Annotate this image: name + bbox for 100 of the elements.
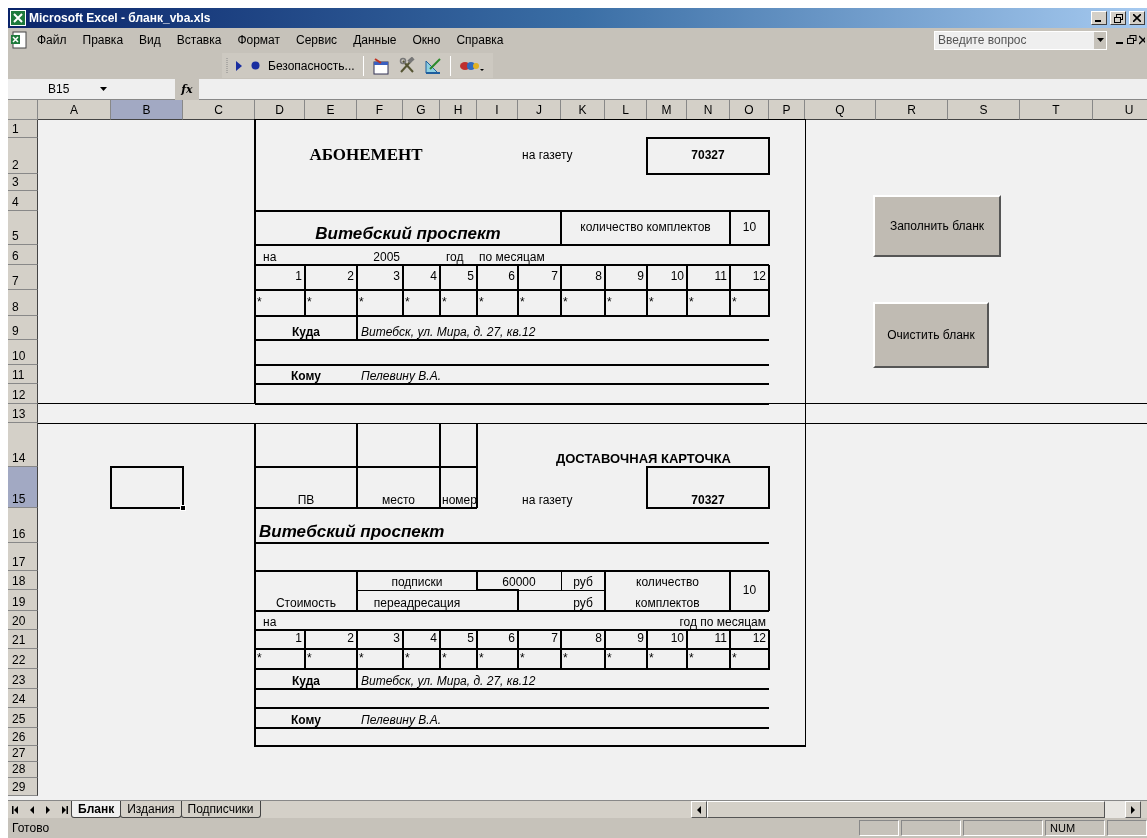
- month-mark: *: [563, 295, 568, 310]
- menu-item[interactable]: Данные: [346, 31, 404, 49]
- row-header[interactable]: 17: [8, 543, 38, 571]
- row-header[interactable]: 14: [8, 423, 38, 467]
- row-header[interactable]: 26: [8, 728, 38, 746]
- month-number: 12: [752, 270, 766, 284]
- close-button[interactable]: [1129, 11, 1145, 25]
- row-header[interactable]: 1: [8, 120, 38, 138]
- month-number: 6: [508, 632, 515, 646]
- form-label: ПВ: [297, 493, 315, 507]
- menu-item[interactable]: Сервис: [289, 31, 345, 49]
- active-cell-outline[interactable]: [110, 466, 184, 509]
- row-header[interactable]: 29: [8, 778, 38, 796]
- month-number: 9: [637, 270, 644, 284]
- row-header[interactable]: 28: [8, 762, 38, 778]
- row-header[interactable]: 16: [8, 508, 38, 543]
- month-mark: *: [257, 651, 262, 666]
- column-header[interactable]: P: [769, 100, 805, 120]
- form-value: 10: [742, 583, 757, 598]
- column-header[interactable]: K: [561, 100, 605, 120]
- row-header[interactable]: 5: [8, 211, 38, 245]
- row-header[interactable]: 23: [8, 669, 38, 689]
- row-header[interactable]: 18: [8, 571, 38, 590]
- horizontal-scrollbar[interactable]: [691, 801, 1141, 818]
- row-header[interactable]: 4: [8, 191, 38, 211]
- row-header[interactable]: 19: [8, 590, 38, 611]
- record-button[interactable]: [249, 61, 262, 70]
- minimize-button[interactable]: [1091, 11, 1107, 25]
- workbook-icon[interactable]: [10, 31, 28, 49]
- form-title: АБОНЕМЕНТ: [309, 146, 423, 165]
- row-header[interactable]: 20: [8, 611, 38, 630]
- column-header[interactable]: I: [477, 100, 518, 120]
- last-arrow-icon: [60, 805, 68, 814]
- column-header[interactable]: L: [605, 100, 647, 120]
- column-header[interactable]: G: [403, 100, 440, 120]
- column-header[interactable]: J: [518, 100, 561, 120]
- menu-item[interactable]: Вставка: [169, 31, 229, 49]
- row-header[interactable]: 3: [8, 174, 38, 191]
- row-header[interactable]: 8: [8, 290, 38, 316]
- security-button[interactable]: Безопасность...: [266, 58, 357, 73]
- month-number: 4: [430, 270, 437, 284]
- month-number: 9: [637, 632, 644, 646]
- row-header[interactable]: 21: [8, 630, 38, 649]
- form-label: Куда: [292, 325, 320, 339]
- row-header[interactable]: 11: [8, 365, 38, 384]
- menu-item[interactable]: Вид: [132, 31, 168, 49]
- column-header[interactable]: O: [730, 100, 769, 120]
- sheet-tab[interactable]: Издания: [120, 801, 182, 818]
- recipient-text: Пелевину В.А.: [361, 369, 441, 383]
- column-header[interactable]: T: [1020, 100, 1093, 120]
- column-header[interactable]: B: [111, 100, 183, 120]
- month-number: 6: [508, 270, 515, 284]
- month-number: 1: [295, 270, 302, 284]
- column-header[interactable]: R: [876, 100, 948, 120]
- row-header[interactable]: 27: [8, 746, 38, 762]
- column-header[interactable]: N: [687, 100, 730, 120]
- form-label: руб: [573, 575, 593, 589]
- help-search-box[interactable]: Введите вопрос: [934, 30, 1107, 50]
- column-header[interactable]: H: [440, 100, 477, 120]
- form-label: Стоимость: [275, 596, 337, 610]
- menu-item[interactable]: Формат: [230, 31, 288, 49]
- column-header[interactable]: A: [38, 100, 111, 120]
- month-mark: *: [257, 295, 262, 310]
- destination-text: Витебский проспект: [315, 225, 501, 244]
- restore-icon[interactable]: [1127, 35, 1137, 45]
- row-header[interactable]: 15: [8, 467, 38, 508]
- sheet-tab[interactable]: Бланк: [71, 801, 122, 818]
- sheet-tab[interactable]: Подписчики: [180, 801, 261, 818]
- row-header[interactable]: 24: [8, 689, 38, 708]
- month-mark: *: [732, 295, 737, 310]
- column-header[interactable]: F: [357, 100, 403, 120]
- menu-item[interactable]: Правка: [75, 31, 131, 49]
- column-header[interactable]: Q: [805, 100, 876, 120]
- row-header[interactable]: 7: [8, 265, 38, 290]
- row-header[interactable]: 9: [8, 316, 38, 340]
- row-header[interactable]: 22: [8, 649, 38, 669]
- month-number: 11: [714, 270, 727, 284]
- row-header[interactable]: 10: [8, 340, 38, 365]
- column-header[interactable]: U: [1093, 100, 1147, 120]
- menu-item[interactable]: Файл: [30, 31, 74, 49]
- row-header[interactable]: 12: [8, 384, 38, 404]
- form-button[interactable]: Очистить бланк: [873, 302, 989, 368]
- close-icon[interactable]: [1139, 35, 1145, 45]
- month-number: 10: [670, 270, 684, 284]
- insert-function-button[interactable]: fx: [175, 78, 199, 100]
- row-header[interactable]: 25: [8, 708, 38, 728]
- row-header[interactable]: 13: [8, 404, 38, 423]
- form-button[interactable]: Заполнить бланк: [873, 195, 1001, 257]
- row-header[interactable]: 6: [8, 245, 38, 265]
- menu-item[interactable]: Справка: [449, 31, 511, 49]
- row-header[interactable]: 2: [8, 138, 38, 174]
- column-header[interactable]: M: [647, 100, 687, 120]
- menu-item[interactable]: Окно: [405, 31, 448, 49]
- column-header[interactable]: E: [305, 100, 357, 120]
- column-header[interactable]: S: [948, 100, 1020, 120]
- column-header[interactable]: D: [255, 100, 305, 120]
- month-mark: *: [479, 295, 484, 310]
- column-header[interactable]: C: [183, 100, 255, 120]
- restore-button[interactable]: [1110, 11, 1126, 25]
- help-search-field[interactable]: Введите вопрос: [935, 33, 1094, 47]
